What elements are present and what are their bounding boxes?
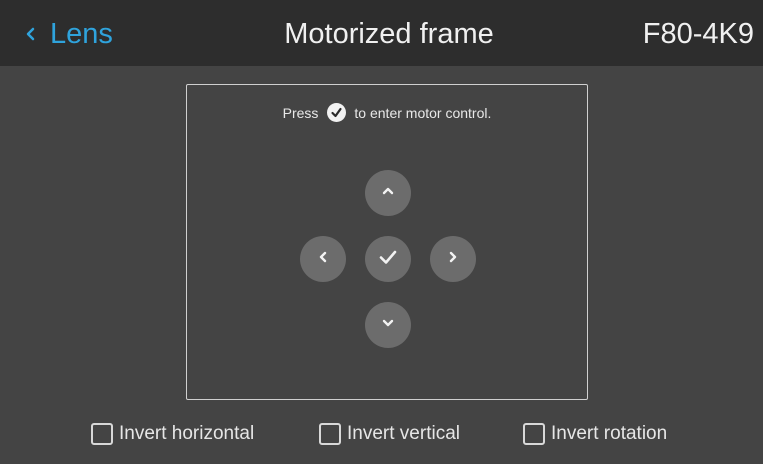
invert-rotation-checkbox[interactable]: Invert rotation xyxy=(523,420,667,448)
confirm-button[interactable] xyxy=(365,236,411,282)
invert-vertical-checkbox[interactable]: Invert vertical xyxy=(319,420,460,448)
header-bar: Lens Motorized frame F80-4K9 xyxy=(0,0,763,66)
checkbox-label: Invert rotation xyxy=(551,423,668,444)
chevron-left-icon xyxy=(315,249,331,270)
model-label: F80-4K9 xyxy=(642,18,754,50)
instruction-prefix: Press xyxy=(282,104,319,121)
invert-horizontal-checkbox[interactable]: Invert horizontal xyxy=(91,420,254,448)
chevron-up-icon xyxy=(380,183,396,204)
move-up-button[interactable] xyxy=(365,170,411,216)
chevron-right-icon xyxy=(445,249,461,270)
checkbox-box[interactable] xyxy=(91,423,113,445)
move-left-button[interactable] xyxy=(300,236,346,282)
checkbox-label: Invert vertical xyxy=(347,423,460,444)
chevron-down-icon xyxy=(380,315,396,336)
instruction-text: Press to enter motor control. xyxy=(187,103,587,122)
checkmark-icon xyxy=(327,103,347,122)
move-down-button[interactable] xyxy=(365,302,411,348)
checkmark-icon xyxy=(376,245,400,274)
instruction-suffix: to enter motor control. xyxy=(354,104,492,121)
move-right-button[interactable] xyxy=(430,236,476,282)
checkbox-label: Invert horizontal xyxy=(119,423,255,444)
motor-control-panel: Press to enter motor control. xyxy=(186,84,588,400)
checkbox-box[interactable] xyxy=(523,423,545,445)
checkbox-box[interactable] xyxy=(319,423,341,445)
